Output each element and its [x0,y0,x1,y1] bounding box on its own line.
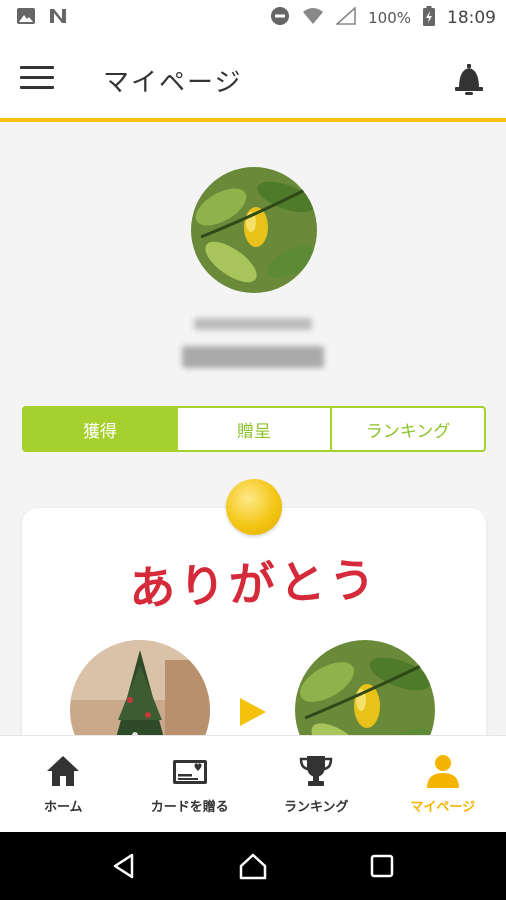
home-system-button[interactable] [233,846,273,886]
username [182,346,324,368]
nav-home[interactable]: ホーム [0,736,127,832]
signal-icon [335,6,356,29]
thanks-message: ありがとう [128,552,380,616]
nav-send-card[interactable]: カードを贈る [127,736,254,832]
nav-send-card-label: カードを贈る [150,800,229,815]
system-nav-bar [0,832,506,900]
nav-ranking[interactable]: ランキング [253,736,380,832]
menu-icon-line [20,66,54,69]
wifi-icon [302,7,324,29]
battery-icon [423,6,435,30]
thanks-card[interactable]: ありがとう [22,508,486,768]
bell-icon [455,64,483,95]
app-bar: マイページ [0,36,506,122]
menu-icon-line [20,86,54,89]
nav-mypage-label: マイページ [410,800,476,815]
nav-mypage[interactable]: マイページ [380,736,506,832]
home-icon [47,756,80,786]
tab-acquired[interactable]: 獲得 [24,408,176,450]
notification-button[interactable] [452,62,486,96]
profile-avatar [191,167,317,293]
nav-home-label: ホーム [43,800,83,815]
clock: 18:09 [447,8,496,28]
arrow-right-icon [240,698,266,726]
back-button[interactable] [104,846,144,886]
nav-ranking-label: ランキング [283,800,349,815]
n-notification-icon [48,7,68,29]
dnd-icon [270,6,290,30]
tab-bar: 獲得 贈呈 ランキング [22,406,486,452]
person-icon [426,755,459,788]
page-title: マイページ [103,68,243,98]
status-bar: 100% 18:09 [0,0,506,36]
trophy-icon [299,756,333,786]
bottom-nav: ホーム カードを贈る ランキング マイページ [0,735,506,832]
username-sub [194,318,312,330]
menu-button[interactable] [20,66,54,92]
tab-ranking[interactable]: ランキング [330,408,484,450]
coin-icon [226,479,282,535]
recents-button[interactable] [362,846,402,886]
home-outline-icon [239,853,267,880]
menu-icon-line [20,76,54,79]
image-notification-icon [16,7,36,29]
battery-percent: 100% [368,9,411,27]
tab-given[interactable]: 贈呈 [176,408,330,450]
recents-icon [370,854,393,878]
card-send-icon [172,760,207,784]
back-icon [114,853,134,879]
